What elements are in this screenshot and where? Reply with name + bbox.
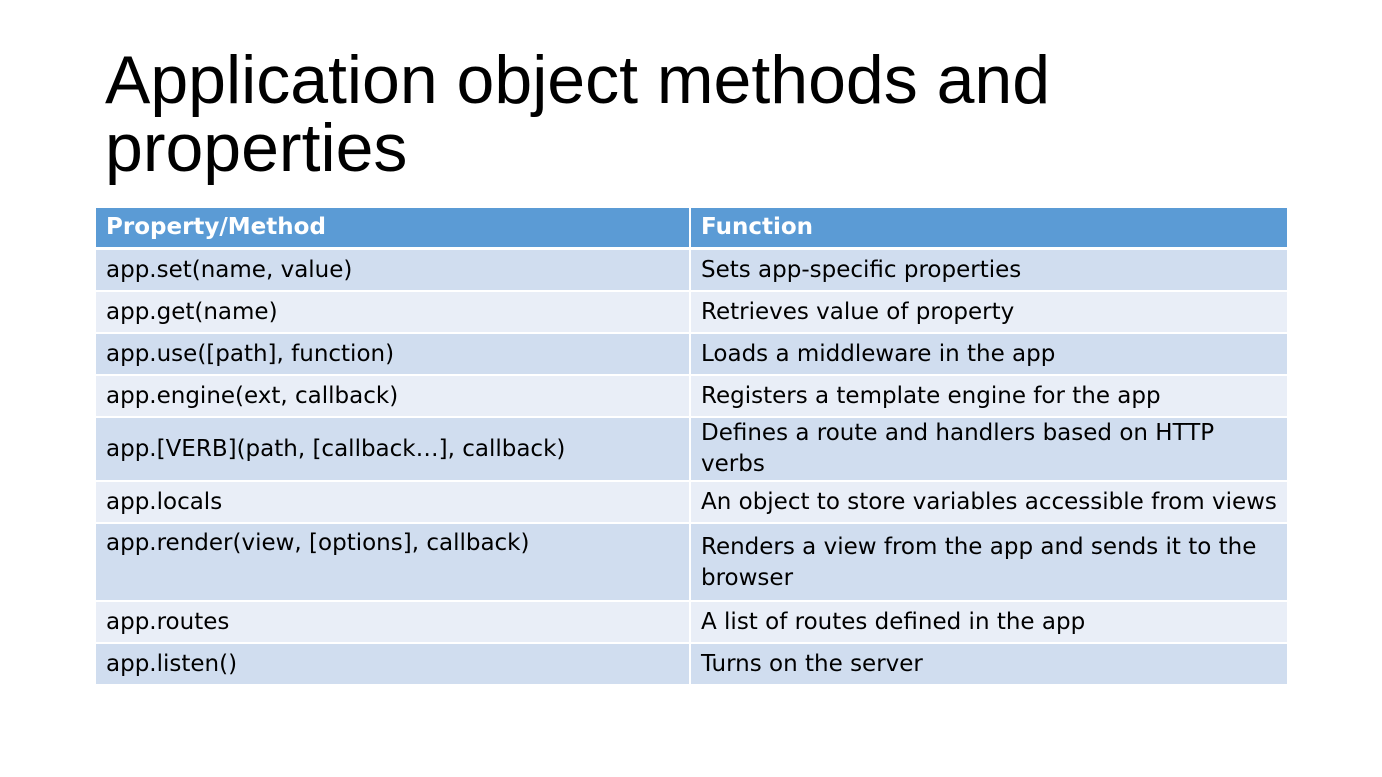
table-row: app.listen() Turns on the server: [96, 644, 1287, 686]
function-cell: A list of routes defined in the app: [691, 602, 1287, 644]
function-cell: Sets app-specific properties: [691, 250, 1287, 292]
property-cell: app.render(view, [options], callback): [96, 524, 691, 602]
property-cell: app.listen(): [96, 644, 691, 686]
table-row: app.use([path], function) Loads a middle…: [96, 334, 1287, 376]
property-cell: app.engine(ext, callback): [96, 376, 691, 418]
column-header-function: Function: [691, 208, 1287, 250]
property-cell: app.get(name): [96, 292, 691, 334]
table-row: app.locals An object to store variables …: [96, 482, 1287, 524]
slide: Application object methods and propertie…: [0, 0, 1382, 777]
function-cell: Retrieves value of property: [691, 292, 1287, 334]
slide-title: Application object methods and propertie…: [105, 42, 1051, 186]
function-cell: Turns on the server: [691, 644, 1287, 686]
table-row: app.engine(ext, callback) Registers a te…: [96, 376, 1287, 418]
function-cell: Renders a view from the app and sends it…: [691, 524, 1287, 602]
function-cell: An object to store variables accessible …: [691, 482, 1287, 524]
methods-table: Property/Method Function app.set(name, v…: [96, 208, 1287, 686]
property-cell: app.use([path], function): [96, 334, 691, 376]
table-row: app.get(name) Retrieves value of propert…: [96, 292, 1287, 334]
table-row: app.set(name, value) Sets app-specific p…: [96, 250, 1287, 292]
property-cell: app.locals: [96, 482, 691, 524]
table-row: app.render(view, [options], callback) Re…: [96, 524, 1287, 602]
table-row: app.[VERB](path, [callback…], callback) …: [96, 418, 1287, 482]
property-cell: app.routes: [96, 602, 691, 644]
function-cell: Defines a route and handlers based on HT…: [691, 418, 1287, 482]
property-cell: app.[VERB](path, [callback…], callback): [96, 418, 691, 482]
column-header-property-method: Property/Method: [96, 208, 691, 250]
table-header-row: Property/Method Function: [96, 208, 1287, 250]
table-row: app.routes A list of routes defined in t…: [96, 602, 1287, 644]
property-cell: app.set(name, value): [96, 250, 691, 292]
function-cell: Loads a middleware in the app: [691, 334, 1287, 376]
function-cell: Registers a template engine for the app: [691, 376, 1287, 418]
